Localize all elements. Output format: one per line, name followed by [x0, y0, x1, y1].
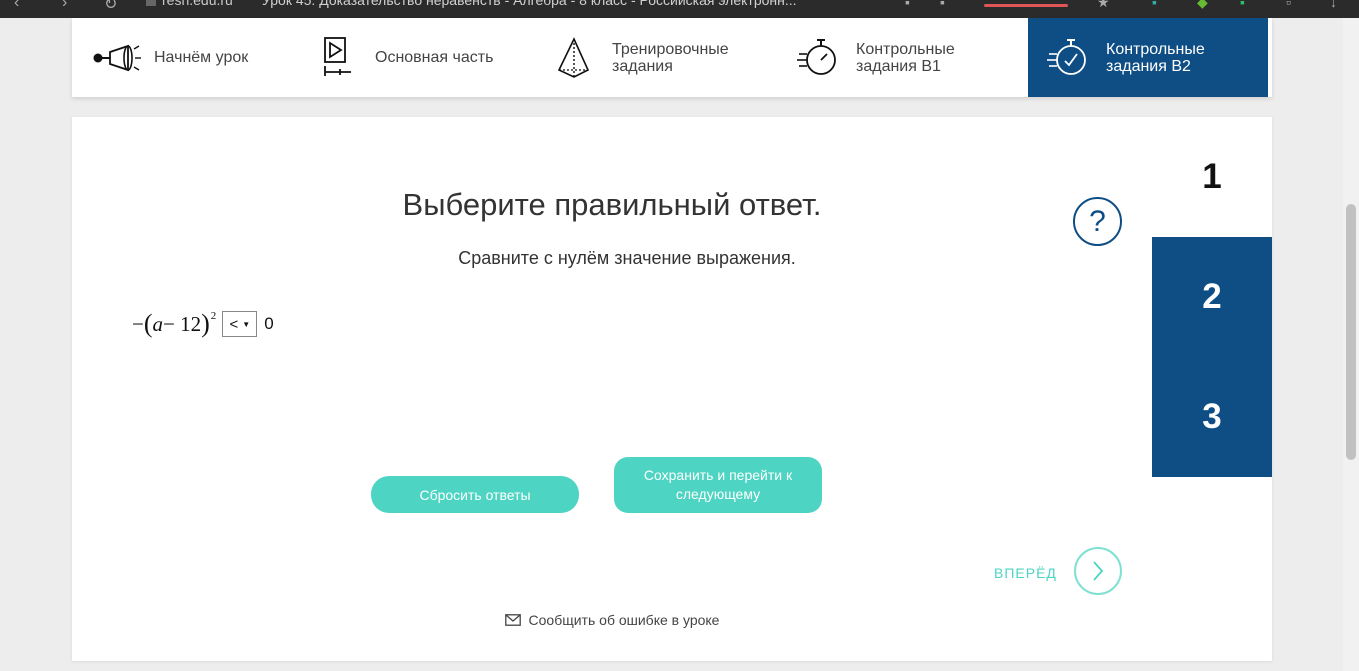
page-tab-2[interactable]: 2	[1152, 237, 1272, 357]
expression-operation: − 12	[163, 311, 202, 336]
browser-address-bar[interactable]: resh.edu.ru	[140, 0, 239, 12]
nav-item-label: Контрольные задания В2	[1106, 40, 1205, 75]
extension-icon[interactable]: ▪	[1152, 0, 1157, 10]
dropdown-arrow-icon: ▼	[242, 319, 251, 329]
nav-item-label: Начнём урок	[154, 49, 249, 66]
extension-icon[interactable]: ▪	[905, 0, 910, 10]
nav-item-label: Контрольные задания В1	[856, 40, 955, 75]
browser-page-title: Урок 45. Доказательство неравенств - Алг…	[262, 0, 797, 8]
extension-icon[interactable]: ▪	[1240, 0, 1245, 10]
task-title: Выберите правильный ответ.	[402, 187, 822, 222]
play-icon	[311, 36, 363, 80]
help-button[interactable]: ?	[1073, 197, 1122, 246]
expression-open-paren: (	[143, 309, 153, 338]
nav-item-label: Тренировочные задания	[612, 40, 729, 75]
math-expression: − ( a − 12 ) 2 < ▼ 0	[132, 307, 274, 341]
question-icon: ?	[1089, 204, 1106, 238]
report-error-label: Сообщить об ошибке в уроке	[528, 612, 720, 628]
scrollbar-thumb[interactable]	[1346, 204, 1356, 460]
lesson-navigation: Начнём урок Основная часть Тренировочные…	[72, 18, 1272, 97]
task-pager: 1 2 3	[1152, 117, 1272, 477]
nav-item-control-tasks-b1[interactable]: Контрольные задания В1	[792, 18, 1028, 97]
task-instruction: Сравните с нулём значение выражения.	[458, 248, 796, 268]
loading-indicator	[984, 4, 1068, 7]
expression-variable: a	[152, 311, 164, 336]
report-error-link[interactable]: Сообщить об ошибке в уроке	[72, 612, 1152, 628]
page-tab-3[interactable]: 3	[1152, 357, 1272, 477]
envelope-icon	[504, 614, 521, 626]
extension-icon[interactable]: ▪	[940, 0, 945, 10]
extension-icon[interactable]: ◆	[1197, 0, 1208, 11]
pyramid-icon	[548, 36, 600, 80]
chevron-right-icon	[1093, 561, 1104, 581]
megaphone-icon	[90, 36, 142, 80]
browser-toolbar: ‹ › ↻ resh.edu.ru Урок 45. Доказательств…	[0, 0, 1359, 18]
page-scrollbar[interactable]	[1343, 18, 1359, 671]
task-card: Выберите правильный ответ. Сравните с ну…	[72, 117, 1272, 661]
bookmark-star-icon[interactable]: ★	[1097, 0, 1110, 11]
forward-label[interactable]: ВПЕРЁД	[994, 565, 1057, 581]
stopwatch-check-icon	[1042, 36, 1094, 80]
profile-icon[interactable]: ▫	[1286, 0, 1291, 10]
forward-button[interactable]	[1074, 547, 1122, 595]
lock-icon	[146, 0, 156, 7]
stopwatch-icon	[792, 36, 844, 80]
nav-item-training-tasks[interactable]: Тренировочные задания	[548, 18, 792, 97]
save-and-next-button[interactable]: Сохранить и перейти к следующему	[614, 457, 822, 513]
nav-item-start-lesson[interactable]: Начнём урок	[72, 18, 307, 97]
expression-rhs: 0	[264, 314, 274, 333]
reset-answers-button[interactable]: Сбросить ответы	[371, 476, 579, 513]
comparison-select[interactable]: < ▼	[222, 311, 258, 337]
expression-minus: −	[132, 311, 144, 336]
nav-item-main-part[interactable]: Основная часть	[307, 18, 548, 97]
comparison-select-value: <	[229, 315, 239, 333]
browser-back-icon[interactable]: ‹	[14, 0, 19, 12]
browser-reload-icon[interactable]: ↻	[104, 0, 117, 14]
expression-exponent: 2	[210, 310, 217, 322]
page-tab-1[interactable]: 1	[1152, 117, 1272, 237]
nav-item-control-tasks-b2[interactable]: Контрольные задания В2	[1028, 18, 1268, 97]
browser-forward-icon[interactable]: ›	[62, 0, 67, 12]
download-icon[interactable]: ↓	[1330, 0, 1337, 10]
nav-item-label: Основная часть	[375, 49, 494, 66]
browser-url: resh.edu.ru	[162, 0, 233, 8]
expression-close-paren: )	[201, 309, 210, 338]
